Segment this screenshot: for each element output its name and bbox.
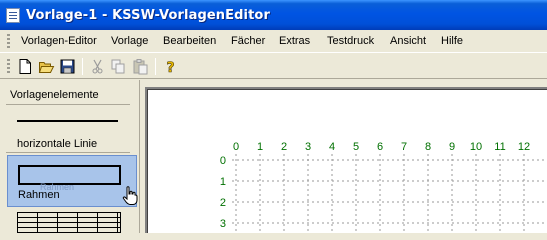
hand-cursor-icon [122,186,138,209]
toolbar-separator [82,58,83,75]
panel-header: Vorlagenelemente [10,89,99,101]
open-folder-icon[interactable] [38,58,55,75]
menu-vorlage[interactable]: Vorlage [111,35,148,47]
ruler-x-label: 9 [449,141,455,153]
ruler-x-label: 8 [425,141,431,153]
save-icon[interactable] [59,58,76,75]
canvas-inner: 012345678910111201234 [147,89,547,234]
menu-ansicht[interactable]: Ansicht [390,35,426,47]
title-bar: Vorlage-1 - KSSW-VorlagenEditor [0,0,547,30]
ruler-x-label: 4 [329,141,335,153]
ruler-x-label: 7 [401,141,407,153]
toolbar: ? [0,54,547,79]
panel-divider [6,104,130,105]
horizontal-line-preview[interactable] [17,120,118,122]
element-label-rahmen: Rahmen [18,189,60,201]
canvas-area: 012345678910111201234 [141,80,547,234]
window-title: Vorlage-1 - KSSW-VorlagenEditor [26,8,270,23]
ruler-x-label: 10 [470,141,482,153]
template-canvas[interactable]: 012345678910111201234 [145,87,547,234]
element-label-horizontal-line[interactable]: horizontale Linie [17,138,97,150]
grid-layer: 012345678910111201234 [220,141,547,234]
ruler-x-label: 6 [377,141,383,153]
elements-panel: Vorlagenelemente horizontale Linie Rahme… [0,80,140,233]
ruler-y-label: 2 [220,197,226,209]
ruler-y-label: 3 [220,218,226,230]
toolbar-separator [155,58,156,75]
ruler-x-label: 0 [233,141,239,153]
paste-icon[interactable] [132,58,149,75]
menu-bearbeiten[interactable]: Bearbeiten [163,35,216,47]
element-item-rahmen[interactable]: Rahmen Rahmen [7,155,138,209]
app-icon[interactable] [6,8,20,23]
panel-divider [6,152,130,153]
ruler-x-label: 5 [353,141,359,153]
ruler-x-label: 1 [257,141,263,153]
svg-text:?: ? [166,60,174,75]
toolbar-grip[interactable] [7,59,10,74]
ruler-y-label: 1 [220,176,226,188]
ruler-x-label: 3 [305,141,311,153]
help-icon[interactable]: ? [162,58,179,77]
ruler-x-label: 11 [494,141,505,153]
new-document-icon[interactable] [17,58,34,75]
menu-extras[interactable]: Extras [279,35,310,47]
menu-vorlagen-editor[interactable]: Vorlagen-Editor [21,35,97,47]
table-preview[interactable] [17,212,121,233]
menu-faecher[interactable]: Fächer [231,35,265,47]
ruler-y-label: 0 [220,155,226,167]
copy-icon[interactable] [110,58,127,75]
cut-icon[interactable] [89,58,106,75]
menu-grip[interactable] [7,34,10,49]
ruler-x-label: 2 [281,141,287,153]
menu-hilfe[interactable]: Hilfe [441,35,463,47]
menu-bar: Vorlagen-Editor Vorlage Bearbeiten Fäche… [0,30,547,53]
ruler-x-label: 12 [518,141,530,153]
menu-testdruck[interactable]: Testdruck [327,35,374,47]
